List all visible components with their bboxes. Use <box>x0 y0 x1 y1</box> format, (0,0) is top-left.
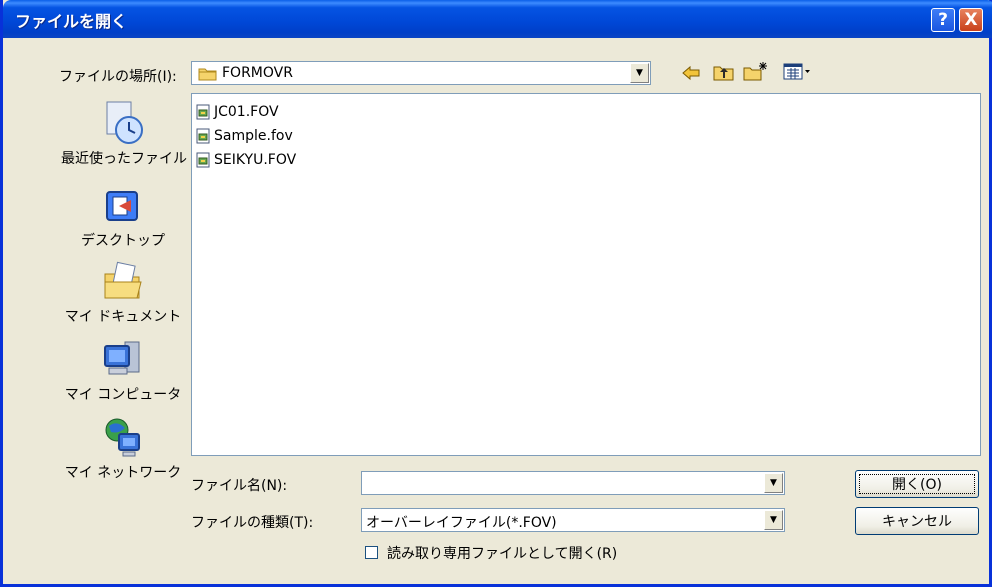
file-list[interactable]: JC01.FOV Sample.fov SEIKYU.FOV <box>191 93 981 456</box>
filetype-value: オーバーレイファイル(*.FOV) <box>366 515 557 531</box>
place-my-network-label: マイ ネットワーク <box>64 465 182 481</box>
look-in-dropdown[interactable]: FORMOVR ▼ <box>191 61 651 85</box>
readonly-checkbox[interactable] <box>365 546 378 559</box>
place-desktop-label: デスクトップ <box>81 233 165 249</box>
file-name: SEIKYU.FOV <box>214 152 297 168</box>
place-my-documents[interactable]: マイ ドキュメント <box>61 260 185 326</box>
recent-documents-icon <box>106 101 143 144</box>
cancel-button[interactable]: キャンセル <box>855 507 979 535</box>
place-recent[interactable]: 最近使ったファイル <box>61 100 187 168</box>
close-button[interactable]: X <box>959 8 983 32</box>
place-my-documents-label: マイ ドキュメント <box>64 309 182 325</box>
help-button[interactable]: ? <box>931 8 955 32</box>
window-title: ファイルを開く <box>15 12 128 31</box>
list-item[interactable]: SEIKYU.FOV <box>196 150 296 170</box>
look-in-label: ファイルの場所(I): <box>59 69 177 85</box>
filename-dropdown-arrow[interactable]: ▼ <box>764 473 783 493</box>
title-bar[interactable]: ファイルを開く ? X <box>3 0 992 38</box>
look-in-dropdown-arrow[interactable]: ▼ <box>630 63 649 83</box>
desktop-icon <box>106 191 138 221</box>
back-arrow-icon[interactable] <box>681 65 701 81</box>
place-desktop[interactable]: デスクトップ <box>61 188 185 250</box>
file-icon <box>196 128 210 144</box>
file-name: Sample.fov <box>214 128 293 144</box>
place-my-computer[interactable]: マイ コンピュータ <box>61 338 185 404</box>
my-network-icon <box>105 418 140 457</box>
my-computer-icon <box>104 341 140 375</box>
place-my-network[interactable]: マイ ネットワーク <box>61 416 185 482</box>
list-item[interactable]: Sample.fov <box>196 126 293 146</box>
open-button[interactable]: 開く(O) <box>855 470 979 498</box>
place-recent-label: 最近使ったファイル <box>61 151 187 167</box>
look-in-value: FORMOVR <box>222 65 293 81</box>
filename-input[interactable]: ▼ <box>361 471 785 495</box>
filetype-dropdown-arrow[interactable]: ▼ <box>764 510 783 530</box>
filetype-select[interactable]: オーバーレイファイル(*.FOV) ▼ <box>361 508 785 532</box>
readonly-label[interactable]: 読み取り専用ファイルとして開く(R) <box>387 543 617 563</box>
view-menu-icon[interactable] <box>783 63 813 81</box>
file-icon <box>196 104 210 120</box>
new-folder-icon[interactable] <box>743 60 769 82</box>
filetype-label: ファイルの種類(T): <box>191 515 314 531</box>
open-file-dialog: ファイルを開く ? X ファイルの場所(I): FORMOVR ▼ 最近使ったフ… <box>0 0 992 587</box>
folder-icon <box>198 68 217 81</box>
filename-label: ファイル名(N): <box>191 478 288 494</box>
place-my-computer-label: マイ コンピュータ <box>64 387 182 403</box>
file-icon <box>196 152 210 168</box>
file-name: JC01.FOV <box>214 104 279 120</box>
list-item[interactable]: JC01.FOV <box>196 102 279 122</box>
up-folder-icon[interactable] <box>713 63 735 81</box>
my-documents-icon <box>104 261 142 299</box>
